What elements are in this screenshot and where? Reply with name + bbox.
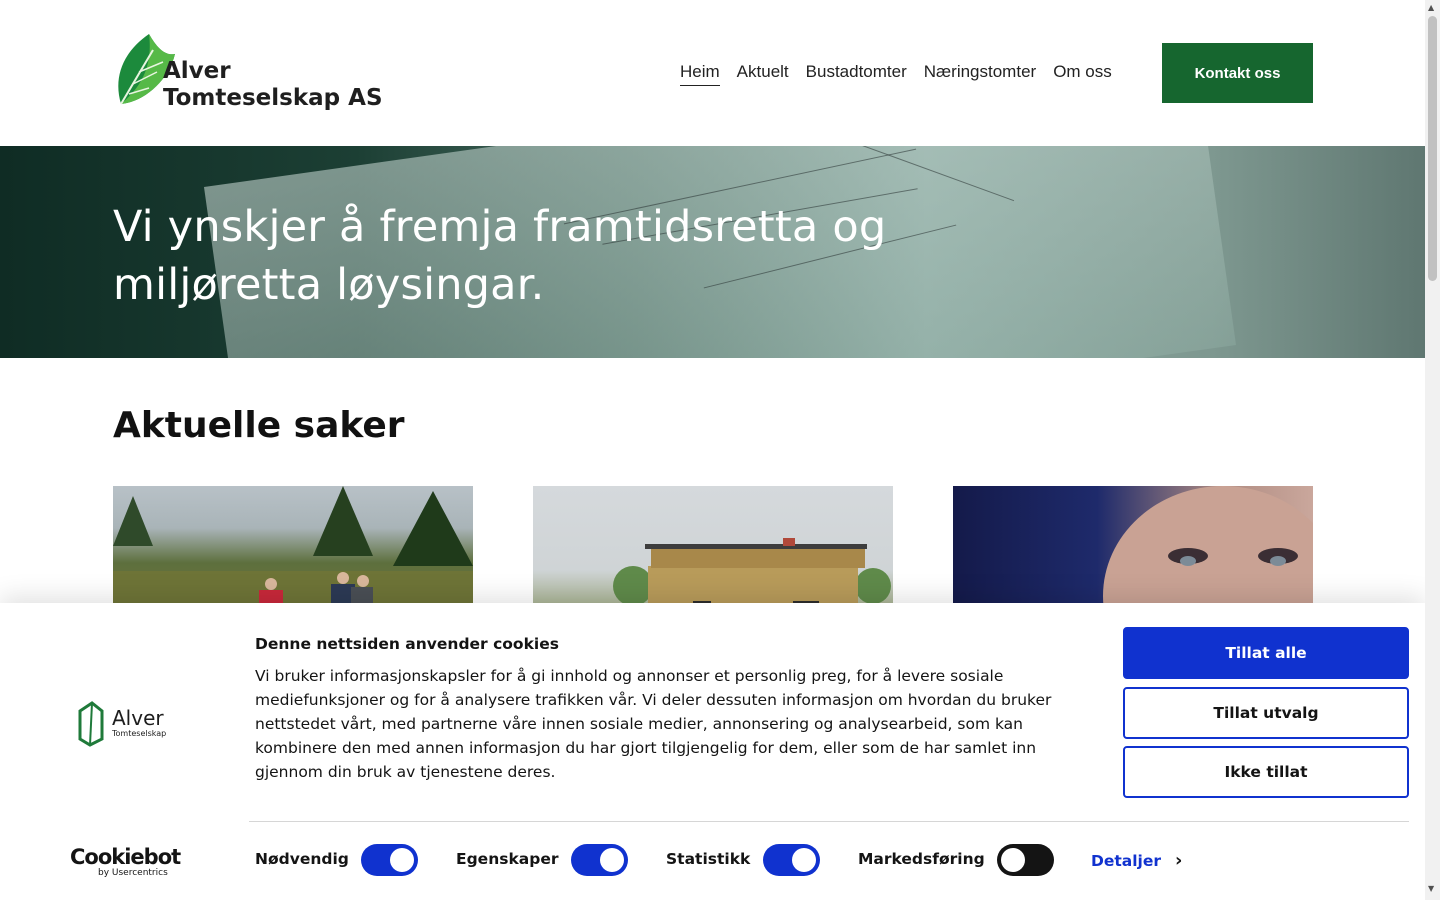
cookie-banner: Alver Tomteselskap Denne nettsiden anven… [0,603,1425,900]
nav-item-naeringstomter[interactable]: Næringstomter [924,62,1036,86]
nav-item-om-oss[interactable]: Om oss [1053,62,1112,86]
toggle-label-necessary: Nødvendig [255,850,349,868]
allow-all-button[interactable]: Tillat alle [1123,627,1409,679]
details-link[interactable]: Detaljer › [1091,850,1182,871]
logo-line1: Alver [163,58,231,84]
cookiebot-by: by Usercentrics [98,868,168,878]
alver-logo-icon [78,701,104,747]
site-header: Alver Tomteselskap AS Heim Aktuelt Busta… [0,0,1425,146]
toggle-marketing[interactable] [997,844,1054,876]
scroll-down-arrow-icon[interactable]: ▼ [1428,884,1434,893]
cookie-title: Denne nettsiden anvender cookies [255,635,559,653]
site-logo[interactable]: Alver Tomteselskap AS [113,32,393,114]
cookie-logo-sub: Tomteselskap [112,729,167,738]
scroll-up-arrow-icon[interactable]: ▲ [1428,3,1434,12]
cookiebot-brand: Cookiebot [70,845,181,869]
main-nav: Heim Aktuelt Bustadtomter Næringstomter … [680,62,1129,86]
toggle-knob [600,848,624,872]
toggle-statistics[interactable] [763,844,820,876]
nav-item-heim[interactable]: Heim [680,62,720,86]
toggle-necessary[interactable] [361,844,418,876]
toggle-label-marketing: Markedsføring [858,850,985,868]
toggle-knob [792,848,816,872]
section-title: Aktuelle saker [113,405,405,446]
cookie-body: Vi bruker informasjonskapsler for å gi i… [255,667,1052,781]
allow-selection-button[interactable]: Tillat utvalg [1123,687,1409,739]
contact-button[interactable]: Kontakt oss [1162,43,1313,103]
hero-banner: Vi ynskjer å fremja framtidsretta og mil… [0,146,1425,358]
details-label: Detaljer [1091,851,1162,870]
toggle-label-statistics: Statistikk [666,850,751,868]
toggle-label-preferences: Egenskaper [456,850,559,868]
deny-button[interactable]: Ikke tillat [1123,746,1409,798]
logo-line2: Tomteselskap AS [163,85,383,111]
nav-item-bustadtomter[interactable]: Bustadtomter [806,62,907,86]
page-scrollbar[interactable]: ▲ ▼ [1425,0,1440,900]
hero-title: Vi ynskjer å fremja framtidsretta og mil… [113,202,887,310]
chevron-right-icon: › [1175,850,1183,871]
nav-item-aktuelt[interactable]: Aktuelt [737,62,789,86]
toggle-preferences[interactable] [571,844,628,876]
cookie-brand-logo: Alver Tomteselskap [76,701,176,747]
cookie-logo-name: Alver [112,706,164,730]
toggle-knob [1001,848,1025,872]
cookiebot-logo[interactable]: Cookiebot by Usercentrics [70,845,181,878]
toggle-knob [390,848,414,872]
cookie-divider [249,821,1409,822]
scroll-thumb[interactable] [1428,16,1437,281]
